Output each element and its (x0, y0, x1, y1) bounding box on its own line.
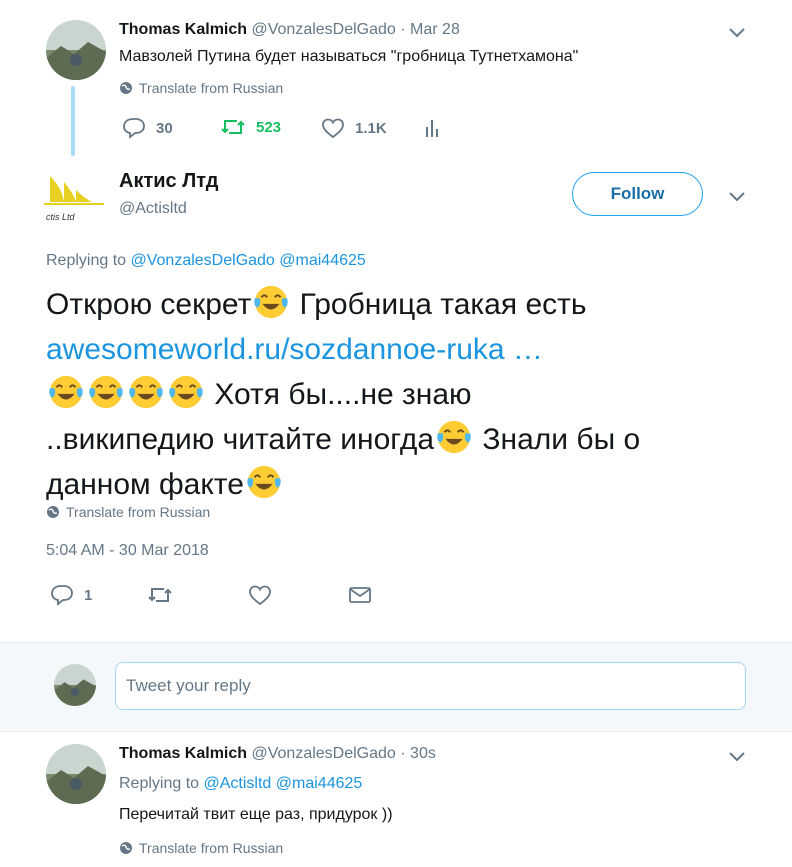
text-segment: ..википедию читайте иногда (46, 423, 435, 456)
chevron-down-icon[interactable] (725, 184, 749, 208)
translate-label: Translate from Russian (66, 504, 211, 520)
avatar[interactable] (46, 20, 106, 80)
author-name[interactable]: Thomas Kalmich (119, 745, 247, 762)
replying-prefix: Replying to (119, 775, 200, 792)
author-name[interactable]: Актис Лтд (119, 170, 218, 193)
like-action[interactable] (248, 584, 272, 606)
tears-of-joy-emoji-icon (49, 375, 83, 409)
tears-of-joy-emoji-icon (169, 375, 203, 409)
reply-count: 1 (84, 586, 93, 604)
tweet-header: Thomas Kalmich @VonzalesDelGado · Mar 28 (119, 21, 460, 39)
direct-message-action[interactable] (348, 585, 372, 605)
translate-label: Translate from Russian (139, 80, 284, 96)
reply-action[interactable]: 30 (122, 117, 173, 139)
tears-of-joy-emoji-icon (254, 285, 289, 319)
tweet-time[interactable]: 30s (410, 745, 436, 762)
globe-icon (120, 82, 132, 94)
analytics-action[interactable] (424, 117, 440, 139)
like-count: 1.1K (355, 119, 387, 137)
replying-to: Replying to @VonzalesDelGado @mai44625 (46, 252, 366, 270)
tears-of-joy-emoji-icon (129, 375, 163, 409)
tweet-timestamp[interactable]: 5:04 AM - 30 Mar 2018 (46, 542, 209, 560)
tweet-text: Открою секрет Гробница такая есть awesom… (46, 282, 756, 507)
analytics-icon (426, 120, 438, 137)
author-handle[interactable]: @VonzalesDelGado (251, 21, 395, 38)
tweet-text: Перечитай твит еще раз, придурок )) (119, 806, 393, 823)
like-action[interactable]: 1.1K (321, 117, 387, 139)
separator: · (400, 745, 406, 762)
translate-link[interactable]: Translate from Russian (46, 504, 210, 520)
reply-count: 30 (156, 119, 173, 137)
text-segment: Хотя бы....не знаю (206, 378, 472, 411)
globe-icon (47, 506, 59, 518)
tears-of-joy-emoji-icon (247, 465, 281, 499)
author-name[interactable]: Thomas Kalmich (119, 21, 247, 38)
replying-prefix: Replying to (46, 252, 127, 269)
tweet-header: Thomas Kalmich @VonzalesDelGado · 30s (119, 745, 436, 763)
reply-action[interactable]: 1 (50, 584, 92, 606)
tweet-text: Мавзолей Путина будет называться "гробни… (119, 48, 579, 65)
heart-icon (322, 118, 344, 139)
chevron-down-icon[interactable] (725, 20, 749, 44)
follow-button[interactable]: Follow (572, 172, 703, 216)
translate-label: Translate from Russian (139, 840, 284, 856)
reply-input[interactable] (115, 662, 746, 710)
separator: · (400, 21, 406, 38)
globe-icon (120, 842, 132, 854)
tweet-time[interactable]: Mar 28 (410, 21, 460, 38)
mention-link[interactable]: @mai44625 (279, 252, 366, 269)
envelope-icon (349, 587, 371, 603)
reply-icon (123, 118, 145, 139)
translate-link[interactable]: Translate from Russian (119, 840, 283, 856)
avatar[interactable] (46, 744, 106, 804)
text-segment: данном факте (46, 468, 244, 501)
translate-link[interactable]: Translate from Russian (119, 80, 283, 96)
mention-link[interactable]: @Actisltd (204, 775, 272, 792)
logo-text: ctis Ltd (46, 212, 76, 222)
author-handle[interactable]: @Actisltd (119, 200, 187, 218)
mention-link[interactable]: @VonzalesDelGado (131, 252, 275, 269)
tweet-link[interactable]: awesomeworld.ru/sozdannoe-ruka … (46, 333, 543, 366)
tears-of-joy-emoji-icon (437, 420, 471, 454)
text-segment: Знали бы о (474, 423, 641, 456)
brand-logo[interactable]: ctis Ltd (44, 168, 104, 228)
text-segment: Гробница такая есть (291, 288, 587, 321)
retweet-icon (221, 120, 245, 134)
retweet-count: 523 (256, 118, 282, 136)
reply-icon (51, 585, 73, 606)
chevron-down-icon[interactable] (725, 744, 749, 768)
retweet-icon (148, 588, 172, 602)
avatar (54, 664, 96, 706)
replying-to: Replying to @Actisltd @mai44625 (119, 775, 362, 793)
heart-icon (249, 585, 271, 606)
text-segment: Открою секрет (46, 288, 252, 321)
retweet-action[interactable] (147, 585, 173, 605)
tears-of-joy-emoji-icon (89, 375, 123, 409)
mention-link[interactable]: @mai44625 (276, 775, 363, 792)
author-handle[interactable]: @VonzalesDelGado (251, 745, 395, 762)
retweet-action[interactable]: 523 (220, 117, 281, 137)
thread-line (71, 86, 75, 156)
